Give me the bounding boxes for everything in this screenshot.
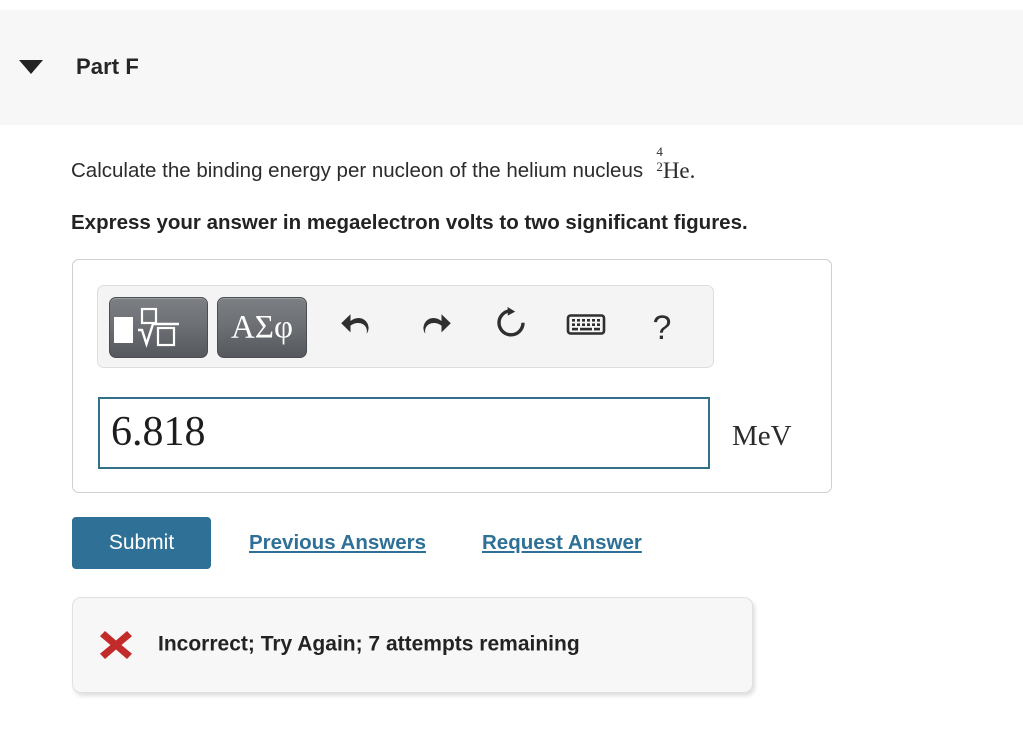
isotope-notation: 4 2 He. xyxy=(652,145,696,184)
question-text-main: Calculate the binding energy per nucleon… xyxy=(71,159,644,182)
part-header: Part F xyxy=(0,10,1023,125)
undo-icon[interactable] xyxy=(330,302,384,354)
help-label: ? xyxy=(652,309,672,347)
feedback-banner: Incorrect; Try Again; 7 attempts remaini… xyxy=(72,597,753,693)
greek-symbols-button[interactable]: ΑΣφ xyxy=(217,297,307,358)
math-template-button[interactable] xyxy=(109,297,208,358)
answer-container: ΑΣφ ? 6.818 MeV xyxy=(72,259,832,493)
keyboard-icon[interactable] xyxy=(559,302,613,354)
page-title: Part F xyxy=(76,54,139,79)
question-period: . xyxy=(689,158,696,183)
math-toolbar: ΑΣφ ? xyxy=(97,285,714,368)
previous-answers-link[interactable]: Previous Answers xyxy=(249,531,426,555)
isotope-mass-number: 4 xyxy=(656,144,663,159)
answer-instruction: Express your answer in megaelectron volt… xyxy=(71,211,748,234)
submit-button[interactable]: Submit xyxy=(72,517,211,569)
caret-down-icon[interactable] xyxy=(19,60,43,74)
feedback-message: Incorrect; Try Again; 7 attempts remaini… xyxy=(158,632,580,656)
answer-input[interactable]: 6.818 xyxy=(98,397,710,469)
reset-icon[interactable] xyxy=(484,302,538,354)
answer-input-value: 6.818 xyxy=(111,409,206,456)
isotope-scripts: 4 2 xyxy=(652,145,663,179)
help-icon[interactable]: ? xyxy=(635,302,689,354)
answer-unit-label: MeV xyxy=(732,420,792,452)
isotope-symbol: He xyxy=(662,158,690,183)
greek-symbols-label: ΑΣφ xyxy=(230,309,294,345)
isotope-atomic-number: 2 xyxy=(656,159,663,174)
request-answer-link[interactable]: Request Answer xyxy=(482,531,642,555)
question-text: Calculate the binding energy per nucleon… xyxy=(71,145,696,184)
red-x-icon xyxy=(100,631,132,659)
redo-icon[interactable] xyxy=(408,302,462,354)
